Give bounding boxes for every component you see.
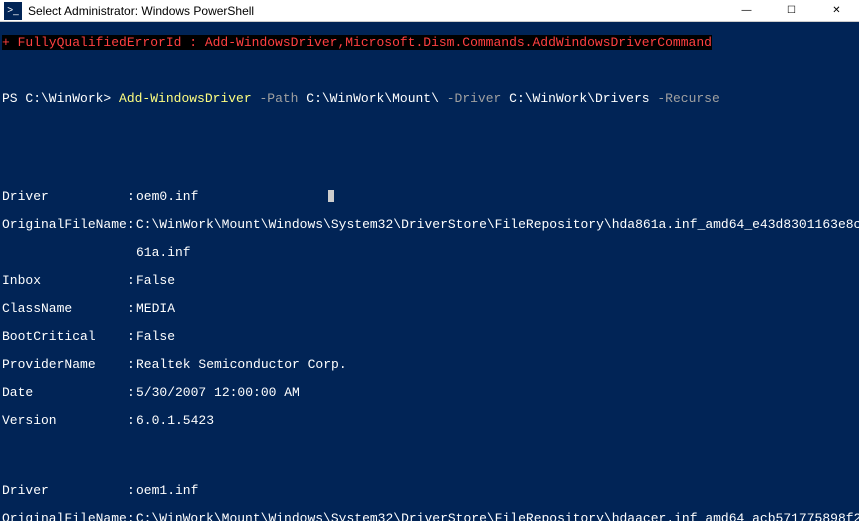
label-bootcritical: BootCritical <box>2 330 127 344</box>
maximize-button[interactable]: ☐ <box>769 0 814 22</box>
window-controls: — ☐ ✕ <box>724 0 859 22</box>
arg-driver: C:\WinWork\Drivers <box>509 91 657 106</box>
label-originalfilename: OriginalFileName <box>2 512 127 521</box>
error-line: + FullyQualifiedErrorId : Add-WindowsDri… <box>2 35 712 50</box>
label-classname: ClassName <box>2 302 127 316</box>
prompt-prefix: PS C:\WinWork> <box>2 91 119 106</box>
val-driver: oem0.inf <box>136 190 198 204</box>
arg-path: C:\WinWork\Mount\ <box>306 91 446 106</box>
val-date: 5/30/2007 12:00:00 AM <box>136 386 300 400</box>
val-version: 6.0.1.5423 <box>136 414 214 428</box>
label-version: Version <box>2 414 127 428</box>
val-origfile-wrap: 61a.inf <box>2 246 857 260</box>
label-driver: Driver <box>2 484 127 498</box>
titlebar: >_ Select Administrator: Windows PowerSh… <box>0 0 859 22</box>
val-bootcritical: False <box>136 330 175 344</box>
val-origfile: C:\WinWork\Mount\Windows\System32\Driver… <box>136 218 859 232</box>
window-title: Select Administrator: Windows PowerShell <box>28 4 724 18</box>
val-driver: oem1.inf <box>136 484 198 498</box>
label-inbox: Inbox <box>2 274 127 288</box>
param-recurse: -Recurse <box>657 91 719 106</box>
close-button[interactable]: ✕ <box>814 0 859 22</box>
val-origfile: C:\WinWork\Mount\Windows\System32\Driver… <box>136 512 859 521</box>
text-cursor <box>328 190 334 202</box>
val-inbox: False <box>136 274 175 288</box>
val-classname: MEDIA <box>136 302 175 316</box>
label-date: Date <box>2 386 127 400</box>
cmdlet-name: Add-WindowsDriver <box>119 91 259 106</box>
label-driver: Driver <box>2 190 127 204</box>
terminal-output[interactable]: + FullyQualifiedErrorId : Add-WindowsDri… <box>0 22 859 521</box>
prompt-line: PS C:\WinWork> Add-WindowsDriver -Path C… <box>2 92 857 106</box>
minimize-button[interactable]: — <box>724 0 769 22</box>
label-providername: ProviderName <box>2 358 127 372</box>
param-driver: -Driver <box>447 91 509 106</box>
powershell-icon: >_ <box>4 2 22 20</box>
val-providername: Realtek Semiconductor Corp. <box>136 358 347 372</box>
param-path: -Path <box>259 91 306 106</box>
label-originalfilename: OriginalFileName <box>2 218 127 232</box>
